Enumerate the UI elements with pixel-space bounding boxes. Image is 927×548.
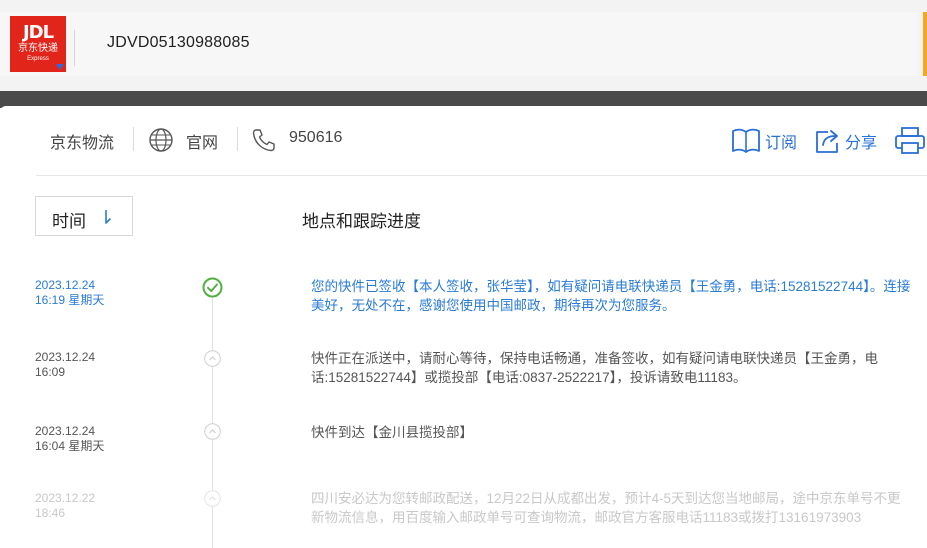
phone-icon xyxy=(252,129,275,152)
globe-icon xyxy=(149,128,173,152)
event-date-time: 16:19 星期天 xyxy=(35,293,105,307)
logo-express: Express xyxy=(27,56,49,62)
provider-phone: 950616 xyxy=(289,129,343,146)
event-date-time: 18:46 xyxy=(35,506,66,520)
subscribe-button[interactable]: 订阅 xyxy=(765,129,797,153)
time-sort-button[interactable]: 时间 xyxy=(35,196,133,236)
share-icon[interactable] xyxy=(814,127,842,155)
event-description: 您的快件已签收【本人签收，张华莹】，如有疑问请电联快递员【王金勇，电话:1528… xyxy=(311,279,911,313)
print-icon[interactable] xyxy=(893,126,927,156)
sort-down-icon xyxy=(105,210,111,224)
provider-name: 京东物流 xyxy=(50,135,115,152)
search-divider xyxy=(74,30,75,66)
chevron-up-circle-icon xyxy=(204,350,221,367)
event-description: 四川安必达为您转邮政配送，12月22日从成都出发，预计4-5天到达您当地邮局，途… xyxy=(311,491,901,525)
time-sort-label: 时间 xyxy=(52,212,86,231)
provider-sep-1 xyxy=(133,127,134,151)
event-description: 快件正在派送中，请耐心等待，保持电话畅通，准备签收，如有疑问请电联快递员【王金勇… xyxy=(311,351,878,385)
chevron-up-circle-icon xyxy=(204,423,221,440)
event-date-day: 2023.12.24 xyxy=(35,278,96,292)
check-circle-icon xyxy=(202,277,223,298)
event-date-time: 16:09 xyxy=(35,365,66,379)
jdl-logo: JDL 京东快递 Express xyxy=(10,16,66,72)
search-bar-accent xyxy=(923,12,927,76)
event-date: 2023.12.24 16:09 xyxy=(35,350,95,380)
logo-dropdown-icon[interactable] xyxy=(56,64,64,70)
provider-sep-2 xyxy=(237,127,238,151)
tracking-number-input[interactable]: JDVD05130988085 xyxy=(107,34,250,52)
event-date-day: 2023.12.24 xyxy=(35,350,96,364)
event-date-time: 16:04 星期天 xyxy=(35,439,105,453)
chevron-up-circle-icon xyxy=(204,490,221,507)
subscribe-icon[interactable] xyxy=(731,127,761,155)
event-description: 快件到达【金川县揽投部】 xyxy=(311,425,473,440)
event-date: 2023.12.24 16:04 星期天 xyxy=(35,424,104,454)
result-panel xyxy=(0,106,927,548)
logo-jdl: JDL xyxy=(22,22,54,43)
share-button[interactable]: 分享 xyxy=(845,129,877,153)
section-divider xyxy=(36,175,927,176)
logo-cn: 京东快递 xyxy=(18,43,58,54)
event-date-day: 2023.12.24 xyxy=(35,424,96,438)
website-link[interactable]: 官网 xyxy=(186,129,218,153)
event-date: 2023.12.24 16:19 星期天 xyxy=(35,278,104,308)
progress-column-title: 地点和跟踪进度 xyxy=(302,212,421,231)
event-date-day: 2023.12.22 xyxy=(35,491,96,505)
event-date: 2023.12.22 18:46 xyxy=(35,491,95,521)
